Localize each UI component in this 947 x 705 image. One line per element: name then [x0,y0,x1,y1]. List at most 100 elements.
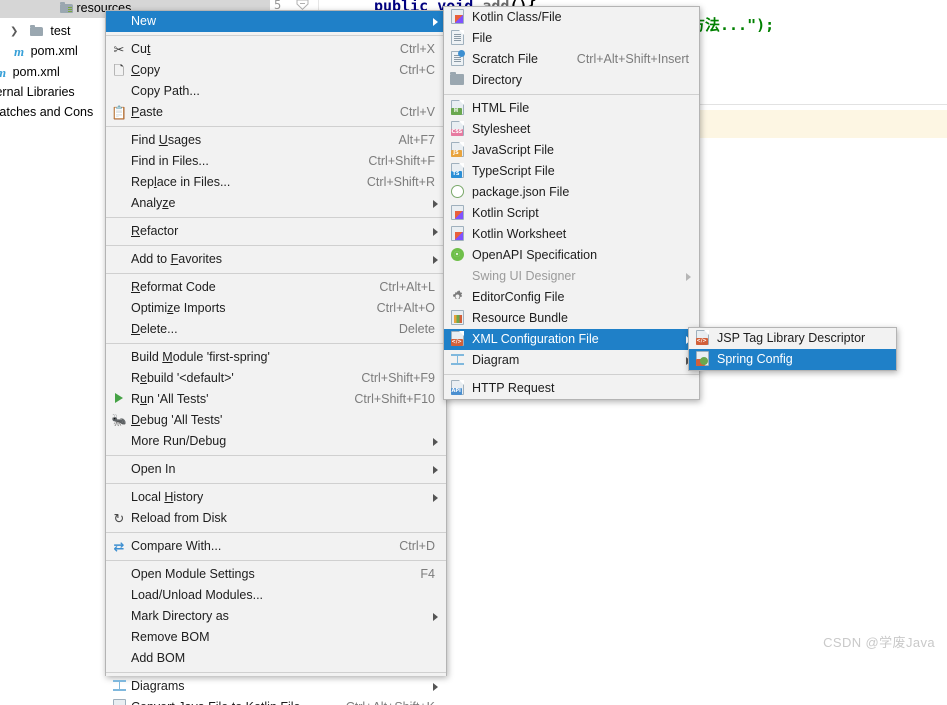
menu-item-label: HTTP Request [472,381,555,395]
menu-item-new[interactable]: New [106,11,446,32]
chevron-right-icon[interactable]: ❯ [10,22,18,41]
directory-icon [449,70,465,91]
menu-item-label: Resource Bundle [472,311,568,325]
chevron-right-icon [683,266,691,287]
menu-item-label: Local History [131,490,204,504]
folder-icon [60,2,73,13]
xml-configuration-file-submenu[interactable]: </> JSP Tag Library Descriptor Spring Co… [688,327,897,371]
menu-item-copy-path[interactable]: Copy Path... [106,81,446,102]
menu-item-open-module-settings[interactable]: Open Module Settings F4 [106,564,446,585]
menu-item-label: XML Configuration File [472,332,599,346]
menu-item-cut[interactable]: ✂ Cut Ctrl+X [106,39,446,60]
menu-item-openapi-specification[interactable]: OpenAPI Specification [444,245,699,266]
menu-item-label: JavaScript File [472,143,554,157]
menu-item-optimize-imports[interactable]: Optimize Imports Ctrl+Alt+O [106,298,446,319]
menu-item-analyze[interactable]: Analyze [106,193,446,214]
menu-item-html-file[interactable]: H HTML File [444,98,699,119]
menu-item-reformat-code[interactable]: Reformat Code Ctrl+Alt+L [106,277,446,298]
sidebar-item-scratches-and-consoles[interactable]: cratches and Cons [0,103,93,122]
menu-item-diagrams[interactable]: Diagrams [106,676,446,697]
menu-item-label: Remove BOM [131,630,210,644]
menu-item-xml-configuration-file[interactable]: </> XML Configuration File [444,329,699,350]
menu-item-typescript-file[interactable]: TS TypeScript File [444,161,699,182]
menu-item-mark-directory-as[interactable]: Mark Directory as [106,606,446,627]
menu-item-kotlin-worksheet[interactable]: Kotlin Worksheet [444,224,699,245]
menu-item-label: More Run/Debug [131,434,227,448]
project-context-menu[interactable]: New ✂ Cut Ctrl+X 🗋 Copy Ctrl+C Copy Path… [105,10,447,705]
menu-item-spring-config[interactable]: Spring Config [689,349,896,370]
fold-minus-icon[interactable] [296,0,309,10]
menu-item-accelerator: Ctrl+Alt+Shift+K [346,697,435,705]
menu-item-run-all-tests[interactable]: Run 'All Tests' Ctrl+Shift+F10 [106,389,446,410]
menu-item-scratch-file[interactable]: Scratch File Ctrl+Alt+Shift+Insert [444,49,699,70]
ts-file-icon: TS [449,161,465,182]
tree-item-label: pom.xml [12,65,60,80]
menu-item-resource-bundle[interactable]: Resource Bundle [444,308,699,329]
resource-bundle-icon [449,308,465,329]
kotlin-file-icon [449,7,465,28]
menu-item-label: Spring Config [717,352,793,366]
sidebar-item-pom-root[interactable]: m pom.xml [0,63,60,82]
menu-item-copy[interactable]: 🗋 Copy Ctrl+C [106,60,446,81]
menu-item-add-to-favorites[interactable]: Add to Favorites [106,249,446,270]
menu-separator [106,126,446,127]
menu-item-reload-from-disk[interactable]: ↻ Reload from Disk [106,508,446,529]
menu-item-label: Diagram [472,353,520,367]
sidebar-item-pom-module[interactable]: m pom.xml [14,42,78,61]
menu-item-label: Compare With... [131,539,222,553]
menu-item-rebuild[interactable]: Rebuild '<default>' Ctrl+Shift+F9 [106,368,446,389]
run-icon [111,389,127,410]
menu-item-accelerator: Ctrl+Shift+F10 [354,392,435,406]
menu-item-convert-java-to-kotlin[interactable]: Convert Java File to Kotlin File Ctrl+Al… [106,697,446,705]
scissors-icon: ✂ [113,42,125,57]
sidebar-item-external-libraries[interactable]: ternal Libraries [0,83,75,102]
menu-separator [106,455,446,456]
menu-item-compare-with[interactable]: ⇄ Compare With... Ctrl+D [106,536,446,557]
menu-separator [106,532,446,533]
menu-item-http-request[interactable]: API HTTP Request [444,378,699,399]
menu-item-remove-bom[interactable]: Remove BOM [106,627,446,648]
menu-item-directory[interactable]: Directory [444,70,699,91]
menu-item-file[interactable]: File [444,28,699,49]
menu-item-delete[interactable]: Delete... Delete [106,319,446,340]
menu-item-label: Copy Path... [131,84,200,98]
menu-item-paste[interactable]: 📋 Paste Ctrl+V [106,102,446,123]
menu-item-label: Copy [131,63,161,77]
menu-item-label: Kotlin Worksheet [472,227,567,241]
menu-item-accelerator: Ctrl+Shift+R [366,175,435,189]
menu-item-find-in-files[interactable]: Find in Files... Ctrl+Shift+F [106,151,446,172]
menu-item-stylesheet[interactable]: CSS Stylesheet [444,119,699,140]
reload-icon: ↻ [113,511,125,526]
openapi-icon [449,245,465,266]
menu-item-package-json-file[interactable]: package.json File [444,182,699,203]
menu-item-local-history[interactable]: Local History [106,487,446,508]
menu-separator [106,273,446,274]
menu-item-load-unload-modules[interactable]: Load/Unload Modules... [106,585,446,606]
menu-item-label: Kotlin Script [472,206,539,220]
menu-item-label: Reload from Disk [131,511,227,525]
menu-item-editorconfig-file[interactable]: EditorConfig File [444,287,699,308]
menu-item-find-usages[interactable]: Find Usages Alt+F7 [106,130,446,151]
menu-item-build-module[interactable]: Build Module 'first-spring' [106,347,446,368]
menu-item-replace-in-files[interactable]: Replace in Files... Ctrl+Shift+R [106,172,446,193]
menu-item-kotlin-class-file[interactable]: Kotlin Class/File [444,7,699,28]
menu-item-diagram[interactable]: Diagram [444,350,699,371]
sidebar-item-test[interactable]: ❯ test [10,22,71,41]
menu-item-add-bom[interactable]: Add BOM [106,648,446,669]
menu-separator [444,374,699,375]
menu-item-label: EditorConfig File [472,290,565,304]
new-submenu[interactable]: Kotlin Class/File File Scratch File Ctrl… [443,6,700,400]
menu-item-refactor[interactable]: Refactor [106,221,446,242]
menu-item-jsp-tag-library-descriptor[interactable]: </> JSP Tag Library Descriptor [689,328,896,349]
menu-separator [444,94,699,95]
menu-item-label: HTML File [472,101,530,115]
menu-item-accelerator: Ctrl+X [399,42,435,56]
menu-item-label: Delete... [131,322,178,336]
menu-item-kotlin-script[interactable]: Kotlin Script [444,203,699,224]
menu-item-label: Diagrams [131,679,185,693]
menu-item-javascript-file[interactable]: JS JavaScript File [444,140,699,161]
menu-item-more-run-debug[interactable]: More Run/Debug [106,431,446,452]
menu-item-open-in[interactable]: Open In [106,459,446,480]
menu-item-debug-all-tests[interactable]: 🐜 Debug 'All Tests' [106,410,446,431]
menu-item-accelerator: Ctrl+Alt+O [376,301,435,315]
